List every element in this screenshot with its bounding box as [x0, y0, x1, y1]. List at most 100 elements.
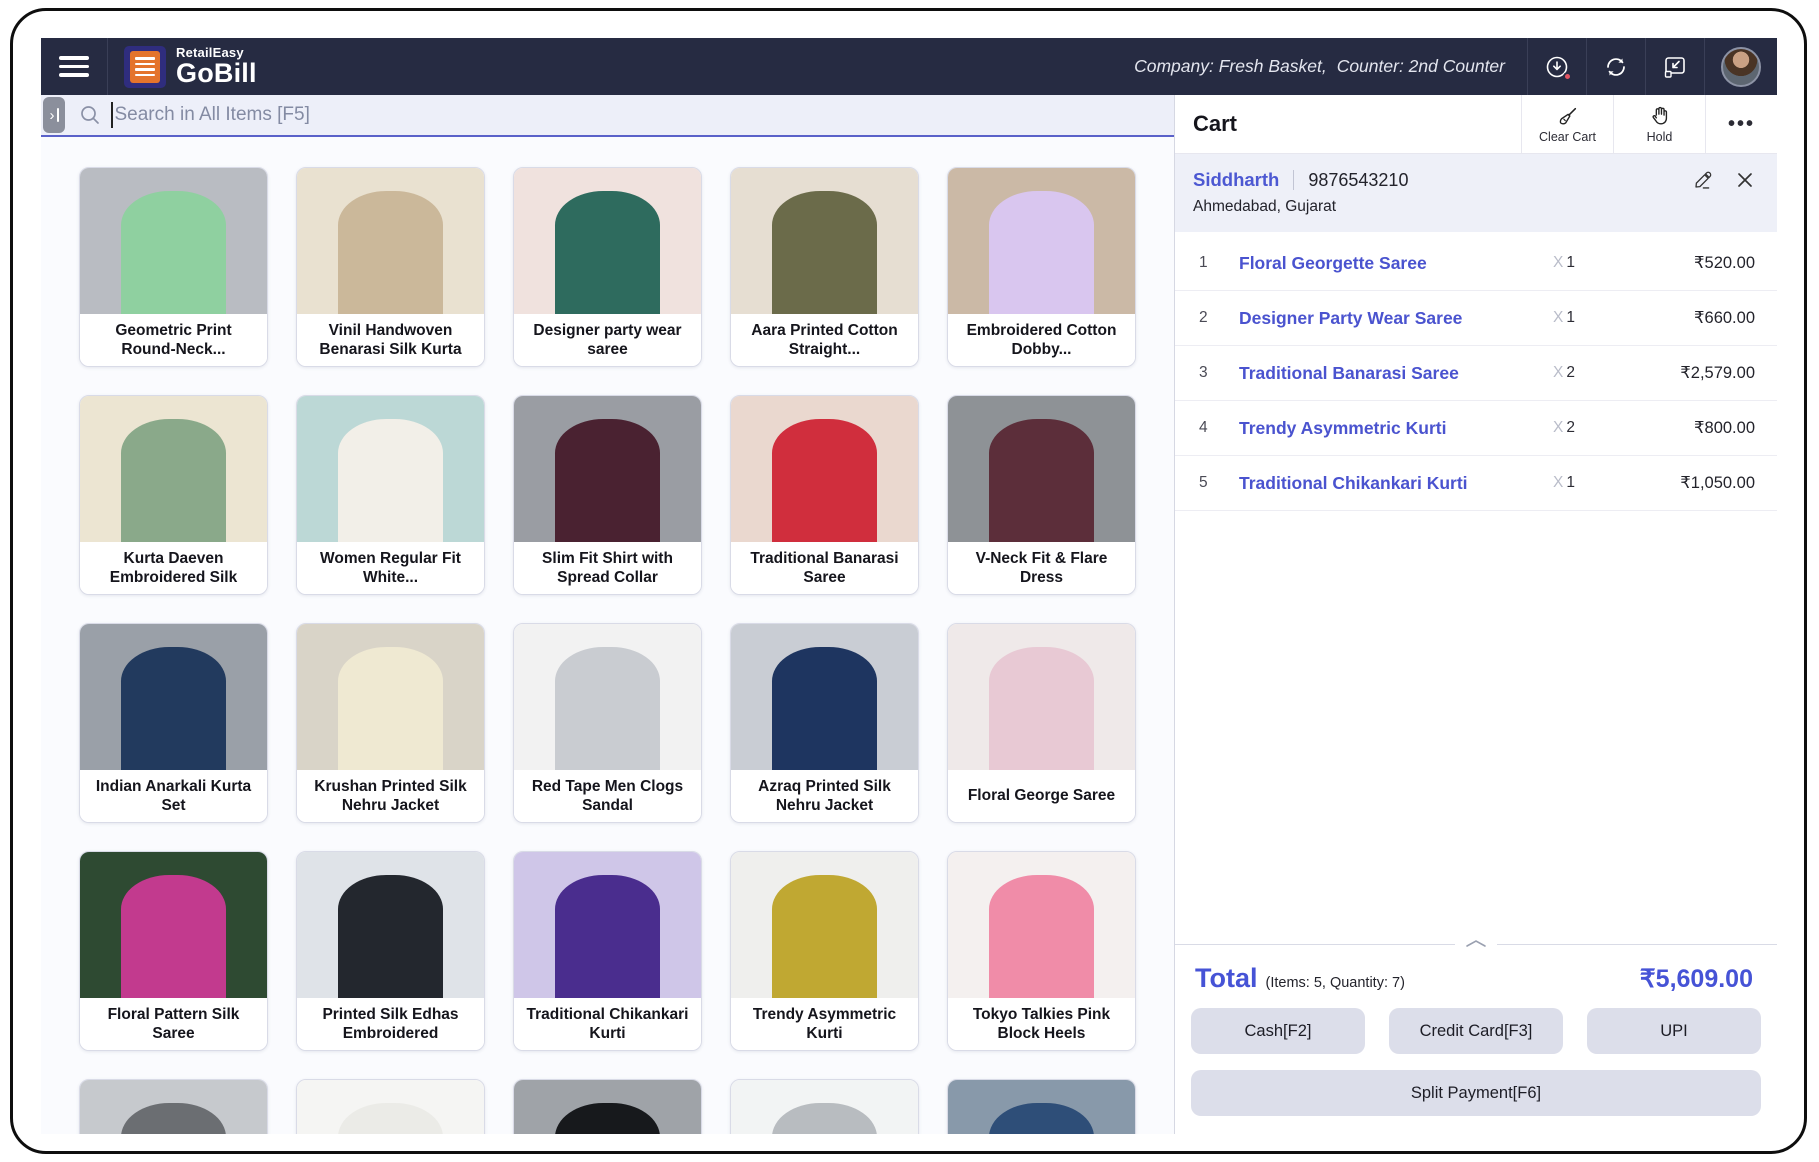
product-image-placeholder — [338, 419, 443, 542]
product-name: Geometric Print Round-Neck... — [80, 314, 267, 366]
product-name: Floral Pattern Silk Saree — [80, 998, 267, 1050]
product-name: Floral George Saree — [948, 770, 1135, 822]
product-card[interactable] — [79, 1079, 268, 1134]
product-image-placeholder — [338, 1103, 443, 1134]
product-card[interactable]: Trendy Asymmetric Kurti — [730, 851, 919, 1051]
product-image-placeholder — [121, 191, 226, 314]
cart-item-name[interactable]: Trendy Asymmetric Kurti — [1239, 418, 1553, 439]
product-card[interactable]: Women Regular Fit White... — [296, 395, 485, 595]
cart-item-name[interactable]: Traditional Chikankari Kurti — [1239, 473, 1553, 494]
cart-title: Cart — [1175, 95, 1521, 153]
hamburger-menu-button[interactable] — [41, 38, 107, 95]
customer-divider — [1293, 170, 1294, 190]
device-frame: RetailEasy GoBill Company: Fresh Basket,… — [10, 8, 1807, 1154]
remove-customer-button[interactable] — [1735, 170, 1755, 190]
total-row: Total (Items: 5, Quantity: 7) ₹5,609.00 — [1191, 959, 1761, 1008]
product-card[interactable]: Printed Silk Edhas Embroidered — [296, 851, 485, 1051]
product-image — [514, 1080, 701, 1134]
product-name: Red Tape Men Clogs Sandal — [514, 770, 701, 822]
logo-text: RetailEasy GoBill — [176, 46, 257, 87]
collapse-handle[interactable] — [1455, 939, 1497, 948]
logo-badge — [124, 46, 166, 88]
clear-cart-button[interactable]: Clear Cart — [1521, 95, 1613, 153]
clear-cart-label: Clear Cart — [1539, 130, 1596, 144]
search-bar: › — [41, 95, 1174, 137]
product-card[interactable]: Azraq Printed Silk Nehru Jacket — [730, 623, 919, 823]
product-card[interactable]: Traditional Chikankari Kurti — [513, 851, 702, 1051]
cart-item-name[interactable]: Designer Party Wear Saree — [1239, 308, 1553, 329]
product-card[interactable]: Geometric Print Round-Neck... — [79, 167, 268, 367]
product-image-placeholder — [772, 875, 877, 998]
product-image-placeholder — [772, 1103, 877, 1134]
product-name: Women Regular Fit White... — [297, 542, 484, 594]
product-name: V-Neck Fit & Flare Dress — [948, 542, 1135, 594]
cart-item-list: 1 Floral Georgette Saree X1 ₹520.00 2 De… — [1175, 232, 1777, 511]
cart-item-price: ₹660.00 — [1627, 308, 1755, 328]
minimize-window-button[interactable] — [1646, 38, 1704, 95]
product-card[interactable] — [730, 1079, 919, 1134]
product-card[interactable]: Designer party wear saree — [513, 167, 702, 367]
app-logo[interactable]: RetailEasy GoBill — [108, 38, 273, 95]
product-image — [514, 852, 701, 998]
product-image-placeholder — [772, 419, 877, 542]
product-image — [948, 168, 1135, 314]
catalog-panel: › Geometric Print Round-Neck... Vinil Ha… — [41, 95, 1174, 1134]
product-card[interactable]: Red Tape Men Clogs Sandal — [513, 623, 702, 823]
product-card[interactable]: Vinil Handwoven Benarasi Silk Kurta — [296, 167, 485, 367]
cart-item-price: ₹1,050.00 — [1627, 473, 1755, 493]
sync-button[interactable] — [1587, 38, 1645, 95]
edit-customer-button[interactable] — [1692, 170, 1713, 191]
download-circle-button[interactable] — [1528, 38, 1586, 95]
product-image — [514, 168, 701, 314]
cart-item-price: ₹800.00 — [1627, 418, 1755, 438]
product-card[interactable]: Indian Anarkali Kurta Set — [79, 623, 268, 823]
product-image-placeholder — [772, 647, 877, 770]
cart-item-name[interactable]: Floral Georgette Saree — [1239, 253, 1553, 274]
product-name: Traditional Banarasi Saree — [731, 542, 918, 594]
product-card[interactable] — [513, 1079, 702, 1134]
cart-item-name[interactable]: Traditional Banarasi Saree — [1239, 363, 1553, 384]
product-image-placeholder — [989, 647, 1094, 770]
cart-item-price: ₹2,579.00 — [1627, 363, 1755, 383]
product-image-placeholder — [121, 875, 226, 998]
sidebar-expand-button[interactable]: › — [43, 97, 65, 133]
product-card[interactable]: V-Neck Fit & Flare Dress — [947, 395, 1136, 595]
product-card[interactable] — [296, 1079, 485, 1134]
product-name: Azraq Printed Silk Nehru Jacket — [731, 770, 918, 822]
cart-item-quantity: X1 — [1553, 474, 1627, 492]
product-image — [80, 624, 267, 770]
user-avatar — [1721, 47, 1761, 87]
product-image-placeholder — [121, 1103, 226, 1134]
split-payment-button[interactable]: Split Payment[F6] — [1191, 1070, 1761, 1116]
product-card[interactable]: Kurta Daeven Embroidered Silk — [79, 395, 268, 595]
search-input[interactable] — [115, 104, 915, 126]
product-card[interactable]: Floral George Saree — [947, 623, 1136, 823]
payment-button[interactable]: Cash[F2] — [1191, 1008, 1365, 1054]
product-card[interactable]: Krushan Printed Silk Nehru Jacket — [296, 623, 485, 823]
product-card[interactable] — [947, 1079, 1136, 1134]
product-card[interactable]: Aara Printed Cotton Straight... — [730, 167, 919, 367]
product-card[interactable]: Floral Pattern Silk Saree — [79, 851, 268, 1051]
pos-app-window: RetailEasy GoBill Company: Fresh Basket,… — [41, 38, 1777, 1134]
product-image — [731, 168, 918, 314]
profile-button[interactable] — [1705, 38, 1777, 95]
product-card[interactable]: Slim Fit Shirt with Spread Collar — [513, 395, 702, 595]
product-image — [514, 396, 701, 542]
customer-section: Siddharth 9876543210 — [1175, 154, 1777, 232]
customer-name[interactable]: Siddharth — [1193, 169, 1279, 191]
payment-buttons-row: Cash[F2] Credit Card[F3] UPI — [1191, 1008, 1761, 1054]
payment-button[interactable]: Credit Card[F3] — [1389, 1008, 1563, 1054]
product-image — [80, 1080, 267, 1134]
product-card[interactable]: Tokyo Talkies Pink Block Heels — [947, 851, 1136, 1051]
more-options-button[interactable]: ••• — [1705, 95, 1777, 153]
cart-item-number: 3 — [1199, 364, 1239, 382]
product-image — [948, 852, 1135, 998]
product-card[interactable]: Traditional Banarasi Saree — [730, 395, 919, 595]
product-name: Traditional Chikankari Kurti — [514, 998, 701, 1050]
product-image — [297, 396, 484, 542]
cart-item-price: ₹520.00 — [1627, 253, 1755, 273]
hold-button[interactable]: Hold — [1613, 95, 1705, 153]
product-card[interactable]: Embroidered Cotton Dobby... — [947, 167, 1136, 367]
product-image — [948, 1080, 1135, 1134]
payment-button[interactable]: UPI — [1587, 1008, 1761, 1054]
